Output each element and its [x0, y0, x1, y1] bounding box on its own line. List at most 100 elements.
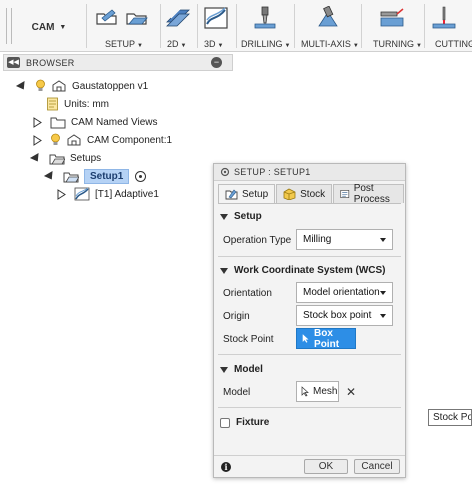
fixture-row[interactable]: Fixture	[220, 417, 269, 428]
drilling-label-text: DRILLING	[241, 39, 283, 49]
dialog-footer: i OK Cancel	[214, 455, 405, 477]
2d-menu-label[interactable]: 2D ▼	[167, 39, 186, 49]
orientation-select[interactable]: Model orientation	[296, 282, 393, 303]
tab-divider	[218, 203, 401, 204]
cutting-group[interactable]: CUTTING	[425, 0, 472, 52]
tree-operation-label: [T1] Adaptive1	[95, 188, 159, 200]
component-icon	[52, 80, 66, 92]
ok-button[interactable]: OK	[304, 459, 348, 474]
setup-icon	[96, 9, 117, 25]
setup-menu-label[interactable]: SETUP ▼	[105, 39, 143, 49]
multi-axis-icon	[318, 6, 338, 27]
multi-axis-menu-label[interactable]: MULTI-AXIS ▼	[301, 39, 359, 49]
stock-point-button[interactable]: Box Point	[296, 327, 356, 350]
expand-triangle-icon[interactable]	[43, 170, 57, 182]
dropdown-arrow-icon	[380, 238, 386, 242]
expand-triangle-icon[interactable]	[15, 80, 29, 92]
cutting-icon	[432, 6, 456, 29]
orientation-label: Orientation	[223, 288, 272, 299]
lightbulb-icon[interactable]	[35, 79, 46, 93]
folder-icon	[50, 117, 66, 129]
tab-post-process-label: Post Process	[353, 183, 390, 205]
chevron-down-icon: ▼	[137, 43, 143, 49]
fixture-checkbox[interactable]	[220, 417, 230, 428]
turning-label-text: TURNING	[373, 39, 414, 49]
new-setup-icon	[126, 13, 148, 25]
post-process-icon	[340, 189, 350, 199]
drilling-menu-label[interactable]: DRILLING ▼	[241, 39, 290, 49]
collapse-browser-icon[interactable]: ◀◀	[7, 57, 20, 68]
origin-label: Origin	[223, 311, 250, 322]
tab-post-process[interactable]: Post Process	[333, 183, 404, 205]
collapse-triangle-icon[interactable]	[220, 213, 228, 220]
workspace-switcher[interactable]: CAM ▼	[18, 16, 80, 38]
3d-milling-icon	[204, 7, 228, 29]
document-icon	[47, 97, 58, 111]
drilling-group[interactable]: DRILLING ▼	[237, 0, 293, 52]
tree-setups-label: Setups	[70, 152, 102, 164]
toolbar: CAM ▼ SETUP ▼ 2D ▼ 3D ▼ DRILLING ▼ MULTI…	[0, 0, 472, 52]
tab-setup[interactable]: Setup	[218, 184, 276, 203]
wcs-section-title: Work Coordinate System (WCS)	[234, 265, 386, 276]
model-section-title: Model	[234, 364, 263, 375]
activate-target-icon[interactable]	[135, 170, 147, 182]
model-button-label: Mesh	[313, 386, 338, 397]
expand-triangle-icon[interactable]	[29, 152, 43, 164]
lightbulb-icon[interactable]	[50, 133, 61, 147]
tree-row-setup1[interactable]: Setup1	[43, 167, 147, 185]
chevron-down-icon: ▼	[416, 43, 422, 49]
chevron-down-icon: ▼	[217, 43, 224, 49]
setup-group[interactable]: SETUP ▼	[92, 0, 160, 52]
3d-group[interactable]: 3D ▼	[198, 0, 236, 52]
tab-stock[interactable]: Stock	[276, 184, 333, 203]
tree-units-label: Units: mm	[64, 98, 109, 110]
setup-tab-icon	[225, 189, 238, 200]
stock-point-tooltip: Stock Point	[428, 409, 472, 426]
tree-setup1-label[interactable]: Setup1	[84, 168, 130, 184]
operation-type-select[interactable]: Milling	[296, 229, 393, 250]
model-label: Model	[223, 387, 251, 398]
origin-value: Stock box point	[303, 310, 372, 321]
tree-row-named-views[interactable]: CAM Named Views	[33, 113, 158, 131]
tree-row-component[interactable]: CAM Component:1	[33, 131, 172, 149]
tree-row-root[interactable]: Gaustatoppen v1	[15, 77, 148, 95]
turning-group[interactable]: TURNING ▼	[362, 0, 422, 52]
info-icon[interactable]: i	[221, 462, 231, 472]
tree-row-units[interactable]: Units: mm	[46, 95, 109, 113]
tree-component-label: CAM Component:1	[87, 134, 173, 146]
dialog-title-bar[interactable]: SETUP : SETUP1	[214, 164, 405, 181]
stock-point-button-label: Box Point	[314, 327, 340, 350]
dialog-title: SETUP : SETUP1	[234, 167, 311, 177]
expand-arrow-icon[interactable]	[33, 134, 42, 146]
collapse-triangle-icon[interactable]	[220, 366, 228, 373]
model-section-header[interactable]: Model	[220, 364, 263, 375]
turning-menu-label[interactable]: TURNING ▼	[373, 39, 422, 49]
browser-close-icon[interactable]: −	[211, 57, 222, 68]
tree-row-operation[interactable]: [T1] Adaptive1	[57, 185, 159, 203]
stock-icon	[283, 188, 296, 200]
origin-select[interactable]: Stock box point	[296, 305, 393, 326]
setup-section-header[interactable]: Setup	[220, 211, 262, 222]
section-divider	[218, 354, 401, 355]
clear-selection-icon[interactable]: ✕	[346, 385, 356, 399]
toolbar-grip[interactable]	[6, 8, 12, 44]
browser-header: ◀◀ BROWSER −	[3, 54, 233, 71]
3d-menu-label[interactable]: 3D ▼	[204, 39, 223, 49]
tree-row-setups[interactable]: Setups	[29, 149, 102, 167]
multi-axis-group[interactable]: MULTI-AXIS ▼	[295, 0, 359, 52]
section-divider	[218, 256, 401, 257]
operation-type-value: Milling	[303, 234, 332, 245]
dropdown-arrow-icon	[380, 291, 386, 295]
expand-arrow-icon[interactable]	[57, 188, 66, 200]
2d-group[interactable]: 2D ▼	[161, 0, 197, 52]
cutting-menu-label[interactable]: CUTTING	[435, 39, 472, 49]
dropdown-arrow-icon	[380, 314, 386, 318]
cancel-button[interactable]: Cancel	[354, 459, 400, 474]
2d-label-text: 2D	[167, 39, 179, 49]
chevron-down-icon: ▼	[180, 43, 187, 49]
model-select-button[interactable]: Mesh	[296, 381, 339, 402]
wcs-section-header[interactable]: Work Coordinate System (WCS)	[220, 265, 386, 276]
expand-arrow-icon[interactable]	[33, 116, 42, 128]
collapse-triangle-icon[interactable]	[220, 267, 228, 274]
multi-axis-label-text: MULTI-AXIS	[301, 39, 351, 49]
